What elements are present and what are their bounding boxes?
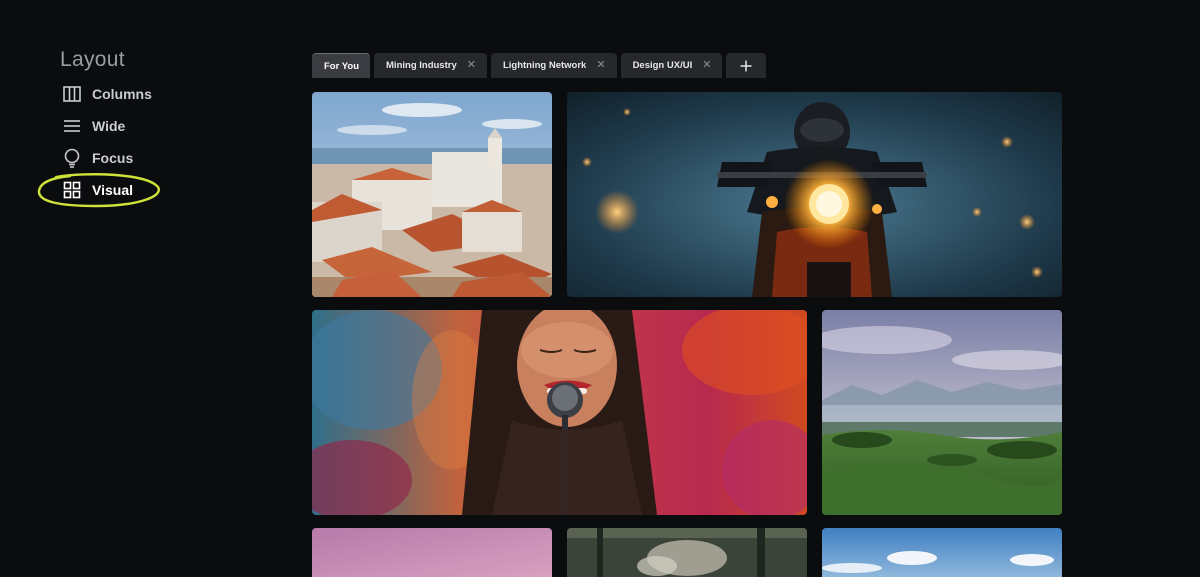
layout-option-label: Columns	[92, 86, 152, 102]
pink-sky-image	[312, 528, 552, 577]
gallery-card-green-hills[interactable]	[822, 310, 1062, 515]
layout-sidebar: Layout Columns Wide Focus Visual	[37, 48, 260, 208]
layout-option-label: Visual	[92, 182, 133, 198]
motorcycle-image	[567, 92, 1062, 297]
focus-icon	[62, 148, 82, 168]
gallery-card-pink-sky[interactable]	[312, 528, 552, 577]
app-root: Layout Columns Wide Focus Visual For You…	[0, 0, 1200, 577]
gallery-card-blue-sky[interactable]	[822, 528, 1062, 577]
plus-icon	[740, 60, 752, 71]
tab-mining-industry[interactable]: Mining Industry ✕	[374, 53, 487, 78]
landscape-image	[822, 310, 1062, 515]
layout-option-label: Focus	[92, 150, 134, 166]
singer-image	[312, 310, 807, 515]
tab-label: Lightning Network	[502, 60, 587, 71]
blue-sky-image	[822, 528, 1062, 577]
sidebar-title: Layout	[60, 48, 125, 71]
close-icon[interactable]: ✕	[596, 60, 605, 71]
close-icon[interactable]: ✕	[702, 60, 711, 71]
layout-option-focus[interactable]: Focus	[60, 142, 260, 174]
gallery-card-industrial[interactable]	[567, 528, 807, 577]
layout-option-wide[interactable]: Wide	[60, 110, 260, 142]
layout-option-visual[interactable]: Visual	[37, 173, 260, 208]
close-icon[interactable]: ✕	[467, 60, 476, 71]
gallery-card-singer-portrait[interactable]	[312, 310, 807, 515]
gallery-card-motorcycle-rider[interactable]	[567, 92, 1062, 297]
layout-option-label: Wide	[92, 118, 126, 134]
add-tab-button[interactable]	[726, 53, 767, 78]
layout-option-columns[interactable]: Columns	[60, 78, 260, 110]
visual-grid-icon	[62, 180, 82, 200]
tab-for-you[interactable]: For You	[312, 53, 371, 78]
tab-lightning-network[interactable]: Lightning Network ✕	[490, 53, 617, 78]
tab-label: Mining Industry	[386, 60, 457, 71]
tab-label: For You	[324, 60, 360, 72]
tab-label: Design UX/UI	[632, 60, 693, 71]
wide-icon	[62, 116, 82, 136]
gallery-card-coastal-town[interactable]	[312, 92, 552, 297]
columns-icon	[62, 84, 82, 104]
tab-design-ux-ui[interactable]: Design UX/UI ✕	[620, 53, 723, 78]
coastal-town-image	[312, 92, 552, 297]
feed-tabs: For You Mining Industry ✕ Lightning Netw…	[312, 53, 767, 78]
industrial-image	[567, 528, 807, 577]
